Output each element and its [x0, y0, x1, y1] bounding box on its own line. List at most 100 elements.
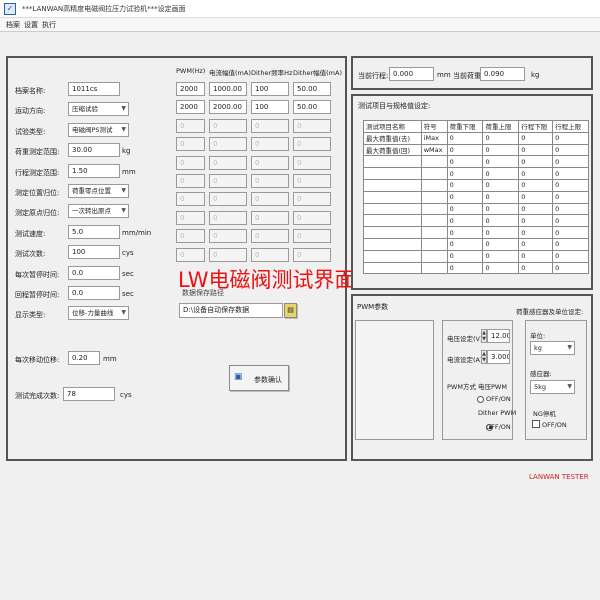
table-cell[interactable]: 0: [518, 131, 554, 145]
pwm-cell-input[interactable]: 0: [251, 137, 289, 152]
pwm-cell-input[interactable]: 100: [251, 82, 289, 96]
table-cell[interactable]: 0: [552, 143, 589, 157]
table-cell[interactable]: 0: [482, 214, 520, 228]
table-cell[interactable]: [420, 155, 448, 169]
param-select[interactable]: 压缩试验 ▼: [68, 102, 129, 117]
table-cell[interactable]: 0: [446, 249, 484, 263]
table-cell[interactable]: [363, 261, 422, 275]
pwm-cell-input[interactable]: 0: [251, 229, 289, 244]
pwm-cell-input[interactable]: 0: [209, 210, 247, 225]
table-cell[interactable]: 0: [446, 226, 484, 239]
table-cell[interactable]: 0: [552, 226, 589, 239]
pwm-cell-input[interactable]: 0: [209, 192, 247, 207]
pwm-cell-input[interactable]: 1000.00: [209, 82, 247, 96]
table-cell[interactable]: 0: [518, 190, 554, 204]
table-cell[interactable]: 0: [446, 155, 484, 169]
menu-file[interactable]: 档案: [6, 20, 20, 30]
pwm-cell-input[interactable]: 0: [176, 210, 205, 225]
pwm-cell-input[interactable]: 0: [176, 174, 205, 188]
table-cell[interactable]: 0: [518, 249, 554, 263]
table-cell[interactable]: [420, 190, 448, 204]
param-input[interactable]: 5.0: [68, 224, 120, 239]
table-cell[interactable]: 0: [482, 261, 520, 275]
table-cell[interactable]: 0: [482, 167, 520, 180]
table-cell[interactable]: 最大荷重值(回): [363, 143, 422, 157]
pwm-cell-input[interactable]: 0: [209, 247, 247, 262]
table-cell[interactable]: [363, 178, 422, 192]
pwm-cell-input[interactable]: 0: [209, 155, 247, 170]
table-cell[interactable]: [420, 214, 448, 228]
param-select[interactable]: 一次转出原点 ▼: [68, 204, 129, 219]
table-cell[interactable]: iMax: [420, 131, 448, 145]
folder-icon[interactable]: ▤: [284, 303, 297, 318]
pwm-cell-input[interactable]: 0: [209, 118, 247, 133]
pwm-cell-input[interactable]: 0: [293, 210, 331, 225]
table-cell[interactable]: [420, 178, 448, 192]
table-cell[interactable]: [420, 249, 448, 263]
param-select[interactable]: 荷重零点位置 ▼: [68, 184, 129, 198]
pwm-cell-input[interactable]: 2000: [176, 82, 205, 96]
pwm-cell-input[interactable]: 2000: [176, 100, 205, 115]
table-cell[interactable]: 0: [552, 249, 589, 263]
pwm-cell-input[interactable]: 0: [251, 247, 289, 262]
table-cell[interactable]: [420, 226, 448, 239]
pwm-cell-input[interactable]: 0: [176, 155, 205, 170]
pwm-cell-input[interactable]: 0: [251, 155, 289, 170]
param-input[interactable]: 1.50: [68, 163, 120, 178]
table-cell[interactable]: [420, 261, 448, 275]
pwm-cell-input[interactable]: 0: [251, 118, 289, 133]
table-cell[interactable]: 0: [552, 202, 589, 216]
param-input[interactable]: 0.0: [68, 286, 120, 300]
table-cell[interactable]: 0: [518, 261, 554, 275]
current-input[interactable]: 3.000: [487, 350, 510, 364]
table-cell[interactable]: 0: [552, 261, 589, 275]
menu-settings[interactable]: 设置: [24, 20, 38, 30]
table-cell[interactable]: 0: [446, 143, 484, 157]
step-interval-input[interactable]: 0.20: [68, 351, 100, 365]
table-cell[interactable]: [363, 214, 422, 228]
table-cell[interactable]: 0: [446, 178, 484, 192]
table-cell[interactable]: 0: [482, 178, 520, 192]
table-cell[interactable]: 0: [482, 249, 520, 263]
table-cell[interactable]: [363, 249, 422, 263]
table-cell[interactable]: 0: [518, 226, 554, 239]
table-cell[interactable]: 0: [518, 143, 554, 157]
param-input[interactable]: 30.00: [68, 143, 120, 158]
pwm-cell-input[interactable]: 0: [176, 247, 205, 262]
unit-select[interactable]: kg ▼: [530, 341, 575, 355]
pwm-cell-input[interactable]: 0: [251, 210, 289, 225]
table-cell[interactable]: 0: [518, 155, 554, 169]
param-input[interactable]: 100: [68, 245, 120, 260]
pwm-cell-input[interactable]: 0: [293, 229, 331, 244]
param-select[interactable]: 电磁阀PS测试 ▼: [68, 122, 129, 137]
table-cell[interactable]: 0: [518, 202, 554, 216]
sensor-select[interactable]: 5kg ▼: [530, 380, 575, 394]
param-input[interactable]: 0.0: [68, 265, 120, 280]
table-cell[interactable]: wMax: [420, 143, 448, 157]
pwm-cell-input[interactable]: 100: [251, 100, 289, 115]
pwm-cell-input[interactable]: 50.00: [293, 82, 331, 96]
pwm-cell-input[interactable]: 0: [293, 118, 331, 133]
table-cell[interactable]: 0: [552, 155, 589, 169]
table-cell[interactable]: [363, 167, 422, 180]
pwm-cell-input[interactable]: 0: [176, 137, 205, 152]
table-cell[interactable]: 0: [518, 237, 554, 251]
pwm-cell-input[interactable]: 0: [251, 174, 289, 188]
table-cell[interactable]: [420, 202, 448, 216]
voltage-pwm-radio[interactable]: [477, 395, 484, 403]
table-cell[interactable]: 0: [446, 131, 484, 145]
table-cell[interactable]: [363, 190, 422, 204]
table-cell[interactable]: 0: [446, 190, 484, 204]
table-cell[interactable]: 0: [552, 178, 589, 192]
pwm-cell-input[interactable]: 0: [209, 137, 247, 152]
table-cell[interactable]: 0: [552, 167, 589, 180]
pwm-cell-input[interactable]: 0: [251, 192, 289, 207]
table-cell[interactable]: 0: [446, 237, 484, 251]
table-cell[interactable]: [420, 167, 448, 180]
save-path-input[interactable]: D:\设备自动保存数据: [179, 303, 283, 318]
pwm-cell-input[interactable]: 0: [176, 192, 205, 207]
table-cell[interactable]: 0: [446, 214, 484, 228]
pwm-cell-input[interactable]: 0: [176, 118, 205, 133]
table-cell[interactable]: 0: [446, 202, 484, 216]
table-cell[interactable]: 0: [518, 178, 554, 192]
